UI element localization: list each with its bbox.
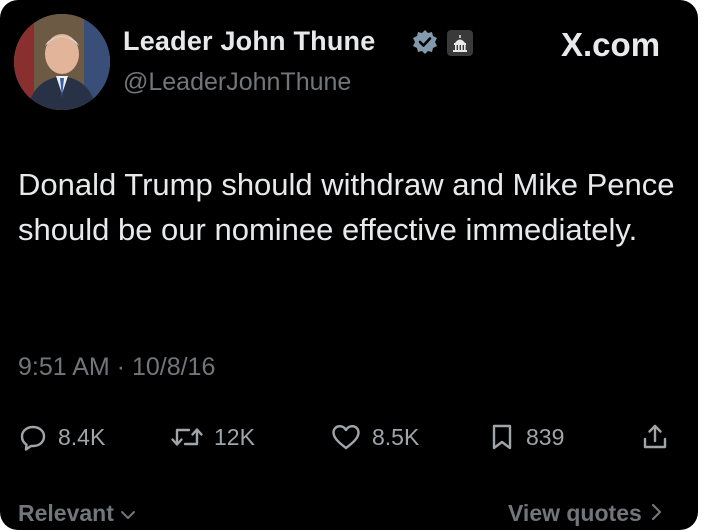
tweet-text: Donald Trump should withdraw and Mike Pe…: [18, 167, 675, 247]
sort-label: Relevant: [18, 500, 114, 526]
heart-icon: [330, 422, 362, 452]
bookmark-icon: [488, 422, 516, 452]
view-quotes-label: View quotes: [508, 500, 642, 526]
like-button[interactable]: 8.5K: [330, 420, 419, 454]
share-button[interactable]: [640, 420, 670, 454]
chevron-right-icon: [650, 500, 662, 527]
bookmark-button[interactable]: 839: [488, 420, 564, 454]
site-label: X.com: [561, 26, 661, 63]
view-quotes-link[interactable]: View quotes: [508, 500, 662, 527]
author-handle[interactable]: @LeaderJohnThune: [123, 68, 351, 97]
avatar[interactable]: [14, 14, 110, 110]
repost-count: 12K: [214, 423, 255, 450]
chevron-down-icon: [120, 500, 136, 527]
repost-button[interactable]: 12K: [170, 420, 255, 454]
reply-count: 8.4K: [58, 423, 106, 450]
tweet-timestamp[interactable]: 9:51 AM · 10/8/16: [18, 353, 215, 382]
reply-button[interactable]: 8.4K: [18, 420, 105, 454]
bookmark-count: 839: [526, 423, 565, 450]
verified-badge-icon: [411, 28, 439, 56]
author-name[interactable]: Leader John Thune: [123, 26, 375, 57]
like-count: 8.5K: [372, 423, 420, 450]
reply-icon: [18, 422, 48, 452]
share-icon: [640, 422, 670, 452]
avatar-portrait: [14, 14, 110, 110]
sort-replies-dropdown[interactable]: Relevant: [18, 500, 136, 527]
tweet-card: Leader John Thune @LeaderJohnThune X.com…: [0, 0, 698, 530]
capitol-building-icon: [447, 30, 473, 56]
repost-icon: [170, 422, 204, 452]
